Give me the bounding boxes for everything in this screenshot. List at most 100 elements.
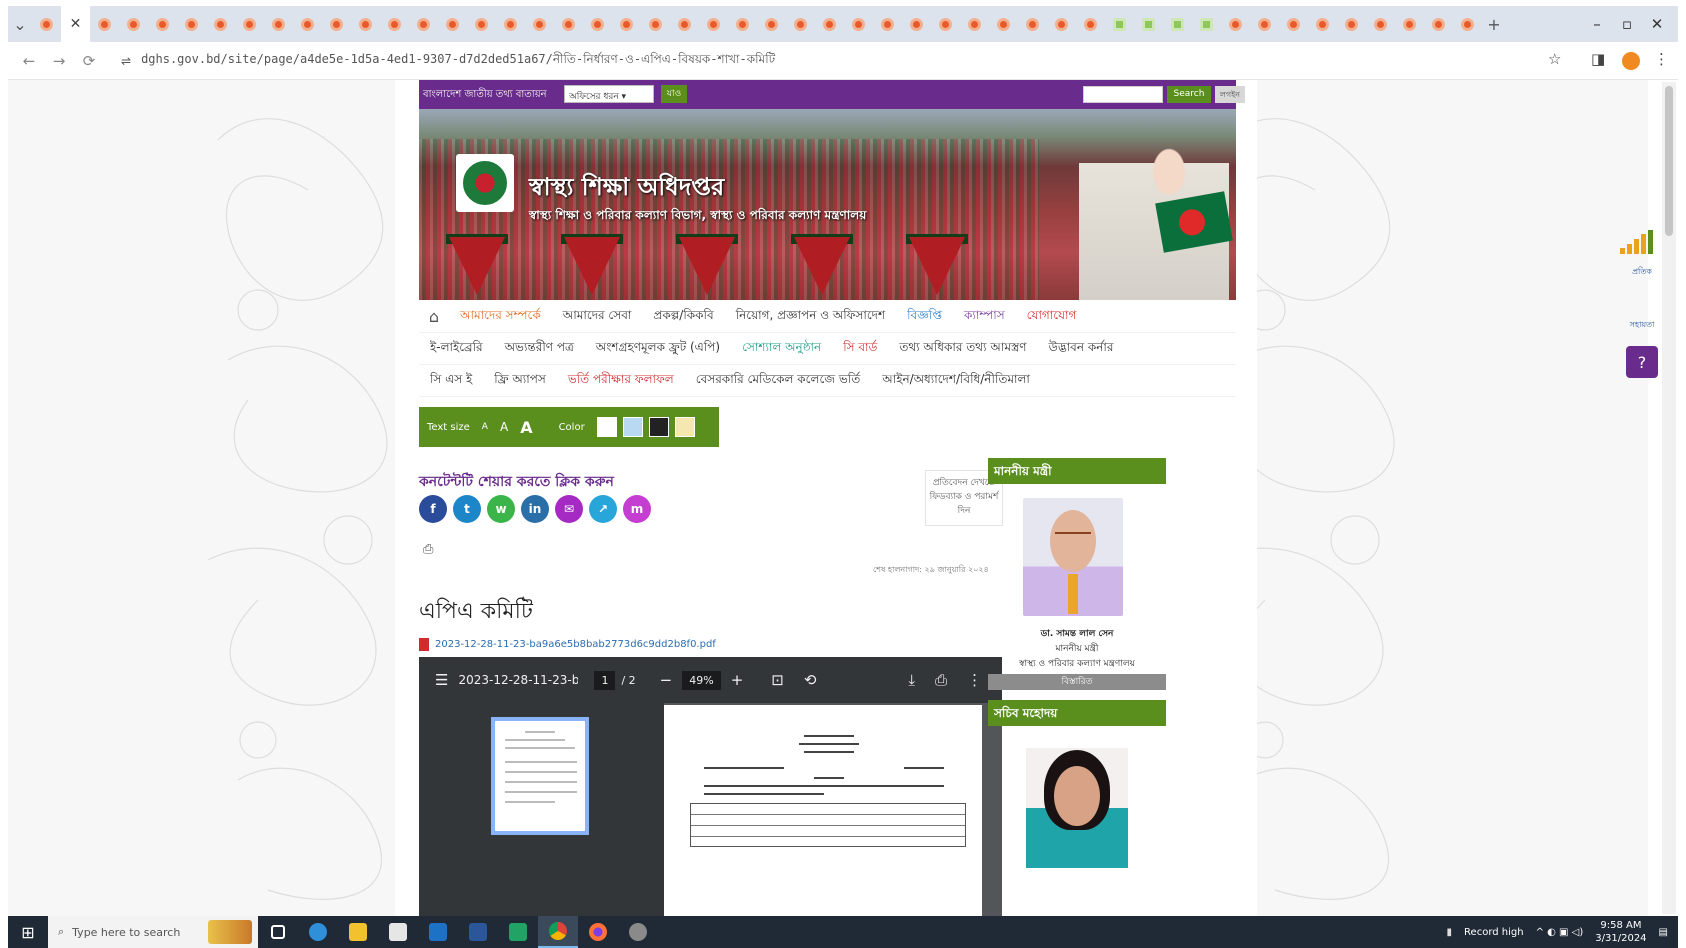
tray-icons[interactable]: ^ ◐ ▣ ◁) [1536, 927, 1584, 938]
menu-item[interactable]: ক্যাম্পাস [953, 307, 1016, 327]
settings-app-icon[interactable] [618, 916, 658, 948]
browser-tab[interactable] [670, 6, 699, 42]
new-tab-button[interactable]: + [1482, 15, 1506, 34]
site-info-icon[interactable]: ⇌ [121, 54, 131, 68]
menu-item[interactable]: সি বার্ড [832, 339, 888, 359]
secretary-photo[interactable] [1026, 748, 1128, 868]
menu-item[interactable]: ভর্তি পরীক্ষার ফলাফল [557, 371, 685, 391]
color-swatch[interactable] [596, 417, 617, 437]
site-search-button[interactable]: Search [1167, 86, 1211, 103]
browser-tab[interactable] [32, 6, 61, 42]
menu-item[interactable]: উদ্ভাবন কর্নার [1038, 339, 1125, 359]
minister-details-button[interactable]: বিস্তারিত [988, 674, 1166, 690]
browser-tab[interactable] [206, 6, 235, 42]
browser-tab[interactable] [554, 6, 583, 42]
browser-tab[interactable] [728, 6, 757, 42]
browser-tab[interactable] [902, 6, 931, 42]
taskbar-search-box[interactable]: ⌕ Type here to search [48, 916, 258, 948]
browser-tab[interactable] [757, 6, 786, 42]
address-bar[interactable]: ⇌ dghs.gov.bd/site/page/a4de5e-1d5a-4ed1… [121, 47, 1541, 75]
browser-tab[interactable] [786, 6, 815, 42]
browser-tab[interactable] [1279, 6, 1308, 42]
messenger-icon[interactable]: m [623, 495, 651, 523]
reload-icon[interactable]: ⟳ [74, 52, 104, 70]
minister-photo[interactable] [1023, 498, 1123, 616]
page-scrollbar[interactable] [1662, 82, 1676, 914]
menu-item[interactable]: ফ্রি অ্যাপস [483, 371, 557, 391]
browser-tab[interactable] [235, 6, 264, 42]
browser-tab[interactable] [1366, 6, 1395, 42]
menu-item[interactable]: আইন/অধ্যাদেশ/বিধি/নীতিমালা [871, 371, 1041, 391]
browser-tab[interactable] [438, 6, 467, 42]
notification-icon[interactable]: ▤ [1659, 927, 1668, 938]
home-icon[interactable]: ⌂ [419, 307, 449, 326]
browser-tab[interactable] [931, 6, 960, 42]
menu-item[interactable]: বেসরকারি মেডিকেল কলেজে ভর্তি [685, 371, 871, 391]
pdf-menu-icon[interactable]: ☰ [419, 671, 458, 689]
url-text[interactable]: dghs.gov.bd/site/page/a4de5e-1d5a-4ed1-9… [141, 51, 781, 71]
browser-tab[interactable] [583, 6, 612, 42]
file-explorer-icon[interactable] [338, 916, 378, 948]
bookmark-star-icon[interactable]: ☆ [1548, 50, 1561, 68]
browser-tab[interactable] [1018, 6, 1047, 42]
browser-tab[interactable] [1337, 6, 1366, 42]
share-link-icon[interactable]: ↗ [589, 495, 617, 523]
browser-tab[interactable] [467, 6, 496, 42]
store-icon[interactable] [378, 916, 418, 948]
browser-tab[interactable] [1424, 6, 1453, 42]
menu-item[interactable]: সি এস ই [419, 371, 483, 391]
browser-menu-icon[interactable]: ⋮ [1654, 50, 1669, 68]
linkedin-icon[interactable]: in [521, 495, 549, 523]
menu-item[interactable]: তথ্য অধিকার তথ্য আমস্ত্রণ [888, 339, 1037, 359]
task-view-icon[interactable] [258, 916, 298, 948]
menu-item[interactable]: নিয়োগ, প্রজ্ঞাপন ও অফিসাদেশ [725, 307, 896, 327]
color-swatch[interactable] [674, 417, 695, 437]
menu-item[interactable]: আমাদের সেবা [552, 307, 643, 327]
browser-tab[interactable] [177, 6, 206, 42]
menu-item[interactable]: আমাদের সম্পর্কে [449, 307, 552, 327]
browser-tab[interactable] [960, 6, 989, 42]
clock[interactable]: 9:58 AM 3/31/2024 [1595, 919, 1646, 945]
menu-item[interactable]: অভ্যন্তরীণ পত্র [494, 339, 585, 359]
twitter-icon[interactable]: t [453, 495, 481, 523]
forward-icon[interactable]: → [44, 52, 74, 70]
edge-icon[interactable] [298, 916, 338, 948]
browser-tab[interactable] [699, 6, 728, 42]
side-panel-icon[interactable]: ◨ [1591, 50, 1605, 68]
excel-icon[interactable] [498, 916, 538, 948]
browser-tab[interactable] [496, 6, 525, 42]
pdf-viewer[interactable]: ☰ 2023-12-28-11-23-b... 1 / 2 − 49% + ⊡ … [419, 657, 1002, 916]
scrollbar-thumb[interactable] [1665, 86, 1673, 236]
pdf-zoom-input[interactable]: 49% [682, 670, 721, 690]
mail-icon[interactable] [418, 916, 458, 948]
browser-tab[interactable] [815, 6, 844, 42]
widget-label-1[interactable]: প্রতিক [1620, 266, 1664, 279]
pdf-print-icon[interactable]: ⎙ [925, 671, 957, 689]
facebook-icon[interactable]: f [419, 495, 447, 523]
firefox-icon[interactable] [578, 916, 618, 948]
menu-item[interactable]: অংশগ্রহণমূলক ফ্রুট (এপি) [585, 339, 731, 359]
browser-tab[interactable] [1163, 6, 1192, 42]
browser-tab[interactable] [409, 6, 438, 42]
browser-tab[interactable] [293, 6, 322, 42]
login-button[interactable]: লগইন [1215, 86, 1245, 103]
pdf-page-input[interactable]: 1 [594, 670, 616, 690]
whatsapp-icon[interactable]: w [487, 495, 515, 523]
help-button[interactable]: ? [1626, 346, 1658, 378]
fit-page-icon[interactable]: ⊡ [761, 671, 794, 689]
browser-tab[interactable] [1395, 6, 1424, 42]
browser-tab[interactable] [1221, 6, 1250, 42]
print-icon[interactable]: ⎙ [423, 542, 433, 557]
signal-bars-icon[interactable] [1620, 230, 1664, 254]
zoom-in-icon[interactable]: + [721, 671, 754, 689]
menu-item[interactable]: বিজ্ঞপ্তি [896, 307, 953, 327]
browser-tab[interactable] [148, 6, 177, 42]
browser-tab[interactable] [844, 6, 873, 42]
email-icon[interactable]: ✉ [555, 495, 583, 523]
tab-search-icon[interactable]: ⌄ [8, 15, 32, 34]
pdf-document-area[interactable] [664, 703, 1002, 916]
browser-tab[interactable] [873, 6, 902, 42]
browser-tab[interactable] [1047, 6, 1076, 42]
pdf-thumbnail-page-1[interactable] [491, 717, 589, 835]
browser-tab[interactable] [989, 6, 1018, 42]
